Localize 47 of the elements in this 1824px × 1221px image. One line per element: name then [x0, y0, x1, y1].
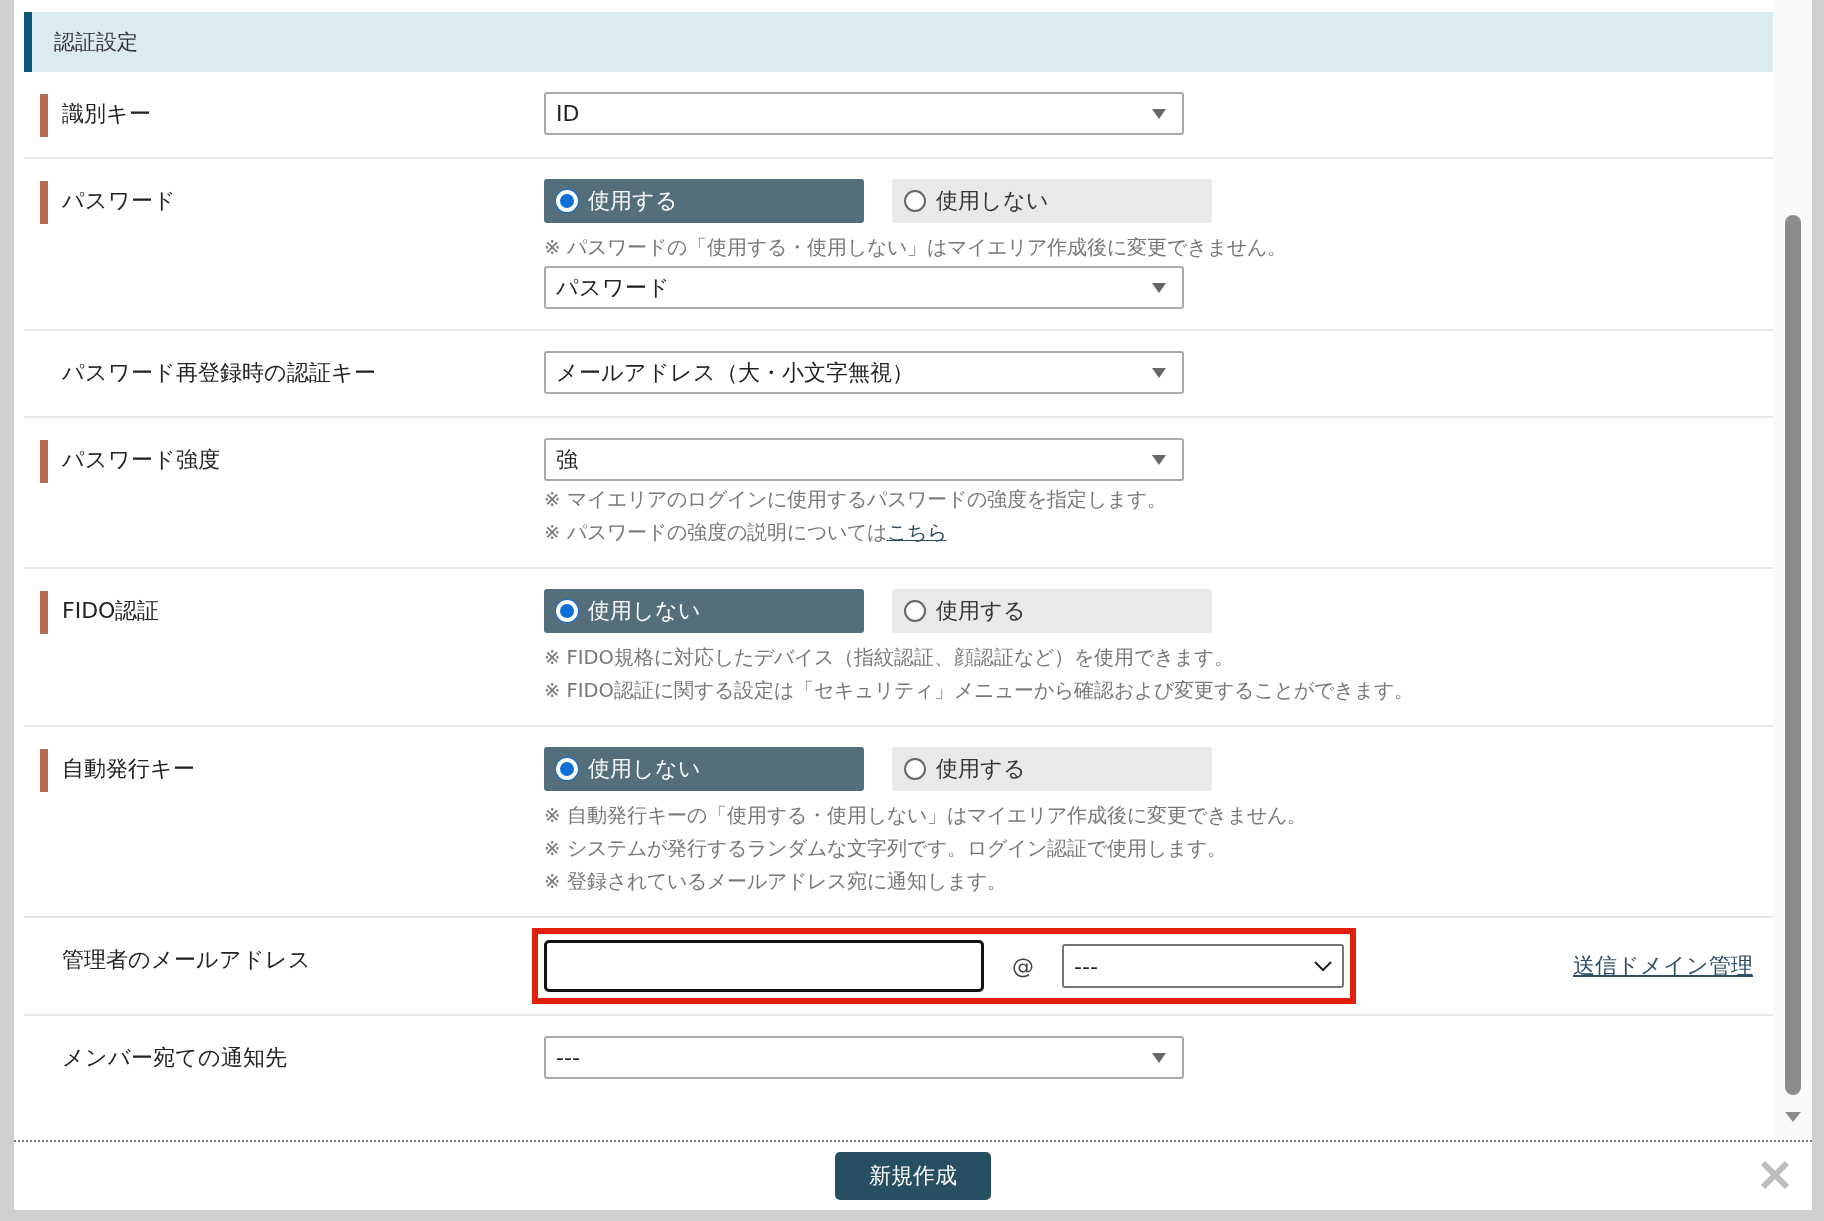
section-title: 認証設定	[54, 29, 138, 56]
select-field[interactable]: パスワード	[544, 266, 1184, 309]
note-text: ※ パスワードの強度の説明についてはこちら	[544, 520, 948, 546]
radio-option[interactable]: 使用する	[892, 589, 1212, 633]
field-label: 管理者のメールアドレス	[62, 946, 311, 974]
field-label: 識別キー	[62, 100, 151, 128]
select-field[interactable]: ID	[544, 92, 1184, 135]
radio-icon	[904, 190, 926, 212]
domain-link[interactable]: 送信ドメイン管理	[1573, 951, 1753, 981]
close-icon[interactable]	[1760, 1160, 1790, 1190]
create-button[interactable]: 新規作成	[835, 1152, 991, 1200]
field-label: パスワード再登録時の認証キー	[62, 359, 376, 387]
caret-icon	[1152, 454, 1166, 465]
domain-select[interactable]: ---	[1062, 944, 1344, 988]
caret-icon	[1152, 367, 1166, 378]
select-field[interactable]: 強	[544, 438, 1184, 481]
field-label: FIDO認証	[62, 597, 160, 625]
link[interactable]: こちら	[886, 521, 947, 544]
caret-icon	[1152, 1052, 1166, 1063]
field-label: メンバー宛ての通知先	[62, 1044, 287, 1072]
chevron-down-icon	[1314, 960, 1332, 972]
select-field[interactable]: ---	[544, 1036, 1184, 1079]
radio-icon	[904, 758, 926, 780]
radio-icon	[556, 758, 578, 780]
radio-icon	[556, 600, 578, 622]
caret-icon	[1152, 108, 1166, 119]
radio-option[interactable]: 使用する	[892, 747, 1212, 791]
radio-option[interactable]: 使用する	[544, 179, 864, 223]
note-text: ※ パスワードの「使用する・使用しない」はマイエリア作成後に変更できません。	[544, 235, 1288, 261]
caret-icon	[1152, 282, 1166, 293]
email-input[interactable]	[544, 940, 984, 992]
field-label: パスワード	[62, 187, 176, 215]
note-text: ※ マイエリアのログインに使用するパスワードの強度を指定します。	[544, 487, 1168, 513]
radio-option[interactable]: 使用しない	[544, 747, 864, 791]
field-label: パスワード強度	[62, 446, 220, 474]
radio-option[interactable]: 使用しない	[544, 589, 864, 633]
select-field[interactable]: メールアドレス（大・小文字無視）	[544, 351, 1184, 394]
note-text: ※ FIDO認証に関する設定は「セキュリティ」メニューから確認および変更することができます。	[544, 678, 1415, 704]
note-text: ※ 自動発行キーの「使用する・使用しない」はマイエリア作成後に変更できません。	[544, 803, 1308, 829]
radio-option[interactable]: 使用しない	[892, 179, 1212, 223]
radio-icon	[904, 600, 926, 622]
at-sign: @	[1012, 953, 1034, 979]
note-text: ※ 登録されているメールアドレス宛に通知します。	[544, 869, 1008, 895]
radio-icon	[556, 190, 578, 212]
field-label: 自動発行キー	[62, 755, 195, 783]
note-text: ※ FIDO規格に対応したデバイス（指紋認証、顔認証など）を使用できます。	[544, 645, 1235, 671]
note-text: ※ システムが発行するランダムな文字列です。ログイン認証で使用します。	[544, 836, 1228, 862]
